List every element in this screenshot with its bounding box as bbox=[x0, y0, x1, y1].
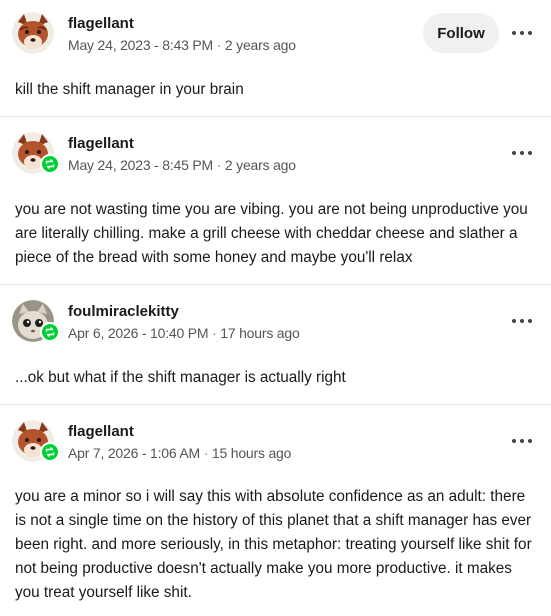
more-options-icon[interactable] bbox=[512, 313, 532, 329]
post-body: you are a minor so i will say this with … bbox=[15, 488, 532, 601]
more-options-icon[interactable] bbox=[512, 433, 532, 449]
post-divider bbox=[0, 404, 551, 405]
post-username[interactable]: flagellant bbox=[68, 15, 134, 32]
post-relative-time[interactable]: 15 hours ago bbox=[212, 445, 292, 461]
post-relative-time[interactable]: 2 years ago bbox=[225, 37, 296, 53]
meta-separator: · bbox=[216, 157, 222, 173]
post-username[interactable]: flagellant bbox=[68, 423, 134, 440]
post-username[interactable]: foulmiraclekitty bbox=[68, 303, 179, 320]
meta-separator: · bbox=[216, 37, 222, 53]
post-body: you are not wasting time you are vibing.… bbox=[15, 201, 528, 266]
reblog-icon bbox=[40, 154, 60, 174]
meta-separator: · bbox=[203, 445, 209, 461]
more-options-icon[interactable] bbox=[512, 145, 532, 161]
meta-separator: · bbox=[212, 325, 217, 341]
post-relative-time[interactable]: 2 years ago bbox=[225, 157, 296, 173]
post-date[interactable]: Apr 6, 2026 - 10:40 PM bbox=[68, 325, 209, 341]
post-username[interactable]: flagellant bbox=[68, 135, 134, 152]
post-body: ...ok but what if the shift manager is a… bbox=[15, 369, 346, 386]
fox-avatar-icon[interactable] bbox=[12, 12, 54, 54]
post-relative-time[interactable]: 17 hours ago bbox=[220, 325, 300, 341]
follow-button[interactable]: Follow bbox=[423, 13, 499, 53]
post-timestamp[interactable]: Apr 7, 2026 - 1:06 AM · 15 hours ago bbox=[68, 445, 291, 461]
post-timestamp[interactable]: May 24, 2023 - 8:43 PM · 2 years ago bbox=[68, 37, 296, 53]
post-body: kill the shift manager in your brain bbox=[15, 81, 244, 98]
reblog-icon bbox=[40, 322, 60, 342]
more-options-icon[interactable] bbox=[512, 25, 532, 41]
post-timestamp[interactable]: Apr 6, 2026 - 10:40 PM · 17 hours ago bbox=[68, 325, 300, 341]
post-timestamp[interactable]: May 24, 2023 - 8:45 PM · 2 years ago bbox=[68, 157, 296, 173]
post-date[interactable]: May 24, 2023 - 8:45 PM bbox=[68, 157, 213, 173]
reblog-icon bbox=[40, 442, 60, 462]
post-divider bbox=[0, 284, 551, 285]
post-date[interactable]: Apr 7, 2026 - 1:06 AM bbox=[68, 445, 200, 461]
post-divider bbox=[0, 116, 551, 117]
post-date[interactable]: May 24, 2023 - 8:43 PM bbox=[68, 37, 213, 53]
